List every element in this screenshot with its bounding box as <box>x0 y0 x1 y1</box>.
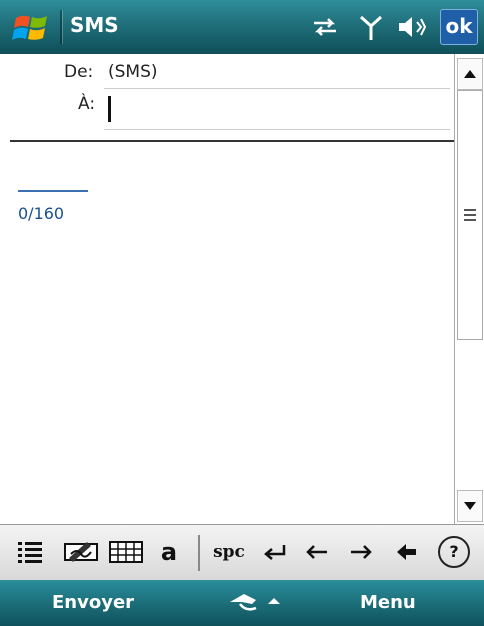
windows-start-icon[interactable] <box>12 10 52 46</box>
toolbar-separator <box>198 535 200 571</box>
to-recipient-input[interactable] <box>104 88 450 130</box>
scroll-down-button[interactable] <box>457 490 483 522</box>
title-separator <box>60 10 62 44</box>
arrow-right-icon[interactable] <box>344 533 378 571</box>
app-title: SMS <box>70 13 119 37</box>
connectivity-arrows-icon[interactable] <box>310 12 340 42</box>
message-header: De: (SMS) À: <box>0 54 454 144</box>
space-key[interactable]: spc <box>208 533 250 571</box>
scroll-grip-line <box>464 214 476 216</box>
letter-recognizer-icon[interactable]: a <box>154 533 184 571</box>
status-bar: SMS ok <box>0 0 484 54</box>
vertical-scrollbar[interactable] <box>454 54 483 524</box>
from-label: De: <box>64 62 94 82</box>
handwriting-pen-icon <box>230 594 280 611</box>
enter-icon[interactable] <box>258 533 292 571</box>
scroll-thumb[interactable] <box>457 90 483 340</box>
handwriting-icon[interactable] <box>62 533 102 571</box>
keyboard-icon[interactable] <box>108 533 144 571</box>
arrow-left-icon[interactable] <box>300 533 334 571</box>
to-label: À: <box>78 94 96 114</box>
signal-antenna-icon[interactable] <box>356 12 386 42</box>
scroll-up-button[interactable] <box>457 58 483 90</box>
help-icon: ? <box>438 536 470 568</box>
backspace-icon[interactable] <box>390 533 424 571</box>
message-body-input[interactable]: 0/160 <box>0 146 454 524</box>
scroll-grip-line <box>464 219 476 221</box>
header-divider <box>10 140 454 142</box>
ok-button[interactable]: ok <box>440 9 478 45</box>
send-softkey[interactable]: Envoyer <box>52 592 134 613</box>
input-panel-toolbar: a spc ? <box>0 524 484 581</box>
input-method-selector[interactable] <box>222 588 292 618</box>
text-cursor <box>108 96 111 122</box>
list-icon[interactable] <box>14 533 46 571</box>
speaker-volume-icon[interactable] <box>396 12 427 42</box>
sms-compose-screen: SMS ok De: (SMS) À: 0/160 a spc ? Envoye… <box>0 0 484 626</box>
from-account-value[interactable]: (SMS) <box>108 62 158 82</box>
help-button[interactable]: ? <box>436 533 472 571</box>
menu-softkey[interactable]: Menu <box>360 592 416 613</box>
counter-rule <box>18 190 88 192</box>
softkey-bar: Envoyer Menu <box>0 580 484 626</box>
character-counter: 0/160 <box>18 204 65 223</box>
scroll-grip-line <box>464 209 476 211</box>
